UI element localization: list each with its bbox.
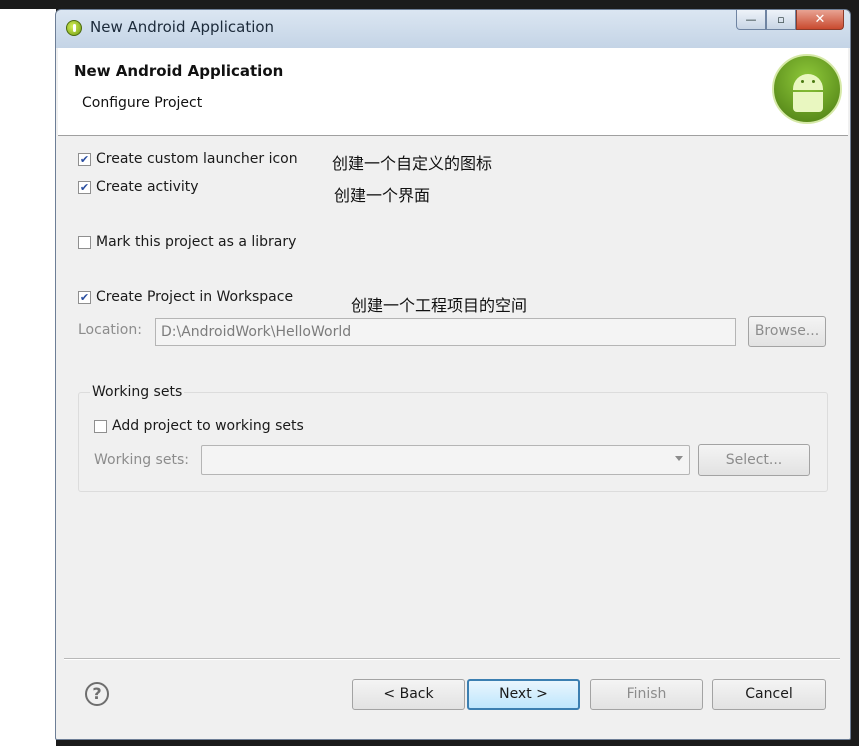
working-sets-label: Working sets: xyxy=(94,452,189,468)
page-subtitle: Configure Project xyxy=(82,95,203,111)
mark-library-label: Mark this project as a library xyxy=(96,234,297,250)
mark-library-checkbox[interactable] xyxy=(78,235,91,249)
background-top-strip xyxy=(0,0,859,9)
help-icon[interactable]: ? xyxy=(85,682,109,706)
launcher-icon-label: Create custom launcher icon xyxy=(96,151,298,167)
select-working-sets-button[interactable]: Select... xyxy=(698,444,810,476)
location-input[interactable] xyxy=(155,318,736,346)
create-activity-label: Create activity xyxy=(96,179,199,195)
cancel-button[interactable]: Cancel xyxy=(712,679,826,710)
option-mark-library[interactable]: Mark this project as a library xyxy=(78,234,296,250)
annotation-activity: 创建一个界面 xyxy=(334,186,431,205)
annotation-workspace: 创建一个工程项目的空间 xyxy=(351,296,528,315)
android-logo-icon xyxy=(772,54,842,124)
page-title: New Android Application xyxy=(74,62,284,80)
option-launcher-icon[interactable]: ✔ Create custom launcher icon xyxy=(78,151,298,167)
add-to-working-sets-checkbox[interactable] xyxy=(94,419,107,433)
working-sets-combo[interactable] xyxy=(201,445,690,475)
working-sets-group xyxy=(78,392,828,492)
launcher-icon-checkbox[interactable]: ✔ xyxy=(78,152,91,166)
wizard-header: New Android Application Configure Projec… xyxy=(58,48,848,136)
back-button[interactable]: < Back xyxy=(352,679,465,710)
background-left-strip xyxy=(0,0,56,746)
finish-button[interactable]: Finish xyxy=(590,679,703,710)
footer-separator xyxy=(64,658,840,660)
maximize-button[interactable]: ▫ xyxy=(766,10,796,30)
window-title: New Android Application xyxy=(90,18,275,36)
annotation-launcher-icon: 创建一个自定义的图标 xyxy=(332,154,493,173)
chevron-down-icon xyxy=(675,456,683,461)
option-create-activity[interactable]: ✔ Create activity xyxy=(78,179,199,195)
wizard-window: New Android Application — ▫ ✕ New Androi… xyxy=(55,9,851,740)
close-button[interactable]: ✕ xyxy=(796,10,844,30)
create-in-workspace-checkbox[interactable]: ✔ xyxy=(78,290,91,304)
working-sets-group-title: Working sets xyxy=(90,384,185,400)
option-add-to-working-sets[interactable]: Add project to working sets xyxy=(94,418,304,434)
title-bar[interactable]: New Android Application — ▫ ✕ xyxy=(56,10,850,48)
add-to-working-sets-label: Add project to working sets xyxy=(112,418,304,434)
option-create-in-workspace[interactable]: ✔ Create Project in Workspace xyxy=(78,289,293,305)
browse-button[interactable]: Browse... xyxy=(748,316,826,347)
create-activity-checkbox[interactable]: ✔ xyxy=(78,180,91,194)
location-label: Location: xyxy=(78,322,142,338)
next-button[interactable]: Next > xyxy=(467,679,580,710)
create-in-workspace-label: Create Project in Workspace xyxy=(96,289,294,305)
caption-buttons: — ▫ ✕ xyxy=(736,10,844,31)
eclipse-icon xyxy=(66,20,82,36)
minimize-button[interactable]: — xyxy=(736,10,766,30)
